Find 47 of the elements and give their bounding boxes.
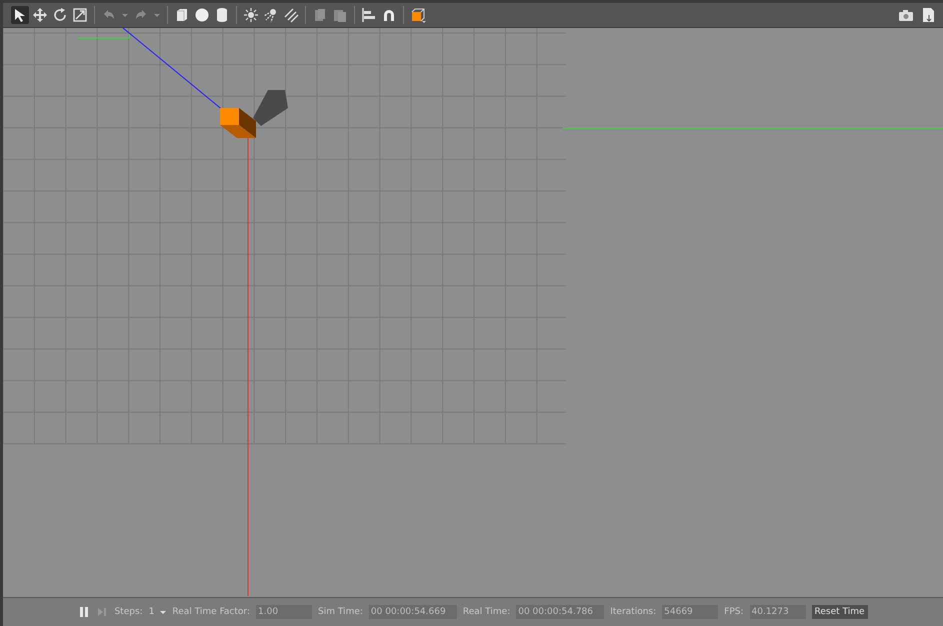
view-cube-button[interactable]: [409, 6, 427, 24]
field-label: Real Time Factor:: [172, 607, 250, 617]
scale-button[interactable]: [71, 6, 89, 24]
caret-icon: [160, 609, 166, 615]
value-field[interactable]: 1.00: [256, 605, 312, 619]
caret-icon: [154, 14, 160, 16]
sun-button[interactable]: [242, 6, 260, 24]
log-document-icon: [920, 7, 936, 23]
field-label: Sim Time:: [318, 607, 363, 617]
box-model-drawing: [220, 108, 256, 138]
field-label: Iterations:: [610, 607, 656, 617]
move-arrows-icon: [32, 7, 48, 23]
rotate-button[interactable]: [51, 6, 69, 24]
value-field[interactable]: 54669: [662, 605, 718, 619]
value-field[interactable]: 00 00:00:54.786: [516, 605, 604, 619]
value-field[interactable]: 00 00:00:54.669: [368, 605, 457, 619]
step-forward-icon: [96, 606, 108, 618]
caret-icon: [122, 14, 128, 16]
parallel-rays-button[interactable]: [282, 6, 300, 24]
camera-icon: [898, 7, 914, 23]
sphere-shape-icon: [194, 7, 210, 23]
sphere-shape-button[interactable]: [193, 6, 211, 24]
copy-pages-icon: [312, 7, 328, 23]
sun-icon: [243, 7, 259, 23]
field-label: FPS:: [724, 607, 744, 617]
axis-marker-line: [78, 34, 130, 38]
rotate-icon: [52, 7, 68, 23]
parallel-rays-icon: [283, 7, 299, 23]
align-bars-icon: [361, 7, 377, 23]
align-bars-button[interactable]: [360, 6, 378, 24]
shadow-drawing: [253, 90, 288, 126]
magnet-icon: [381, 7, 397, 23]
steps-label: Steps:: [114, 607, 143, 617]
cylinder-shape-icon: [214, 7, 230, 23]
field-label: Real Time:: [462, 607, 510, 617]
view-cube-icon: [410, 7, 426, 23]
spotlight-icon: [263, 7, 279, 23]
pause-icon: [78, 606, 90, 618]
move-arrows-button[interactable]: [31, 6, 49, 24]
pause-button[interactable]: [78, 606, 90, 618]
scale-icon: [72, 7, 88, 23]
steps-dropdown[interactable]: 1: [148, 607, 154, 617]
value-field[interactable]: 40.1273: [750, 605, 806, 619]
box-shape-icon: [174, 7, 190, 23]
select-arrow-button[interactable]: [11, 6, 29, 24]
paste-clipboard-icon: [332, 7, 348, 23]
reset-time-button[interactable]: Reset Time: [812, 605, 868, 619]
